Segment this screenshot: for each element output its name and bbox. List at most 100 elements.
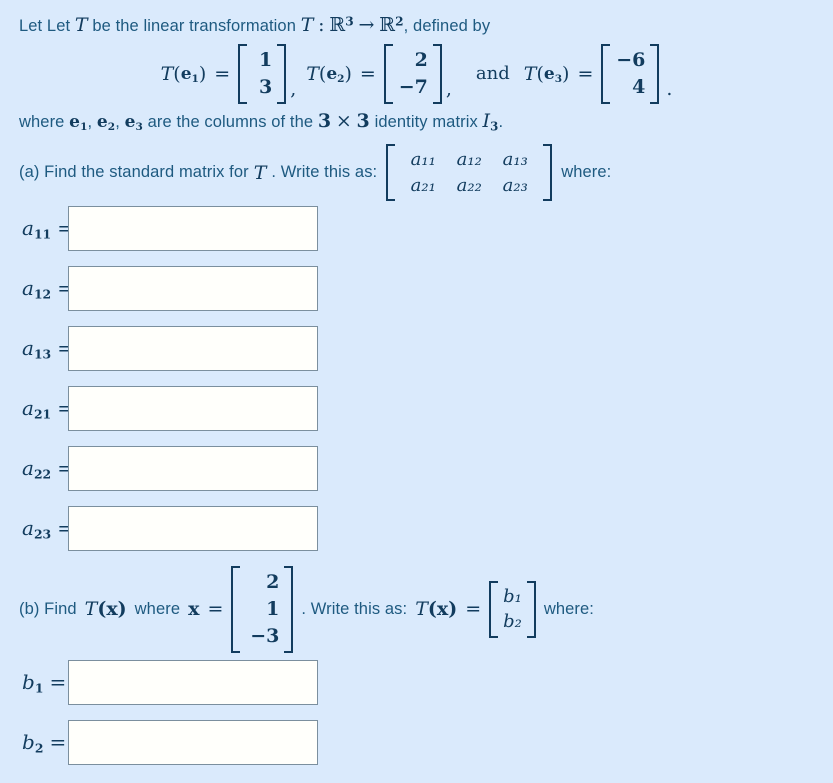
part-b-function-symbol: T	[84, 598, 98, 621]
part-b-where-word: where	[134, 599, 181, 618]
map-colon: :	[318, 14, 325, 36]
field-label-b2: b2 =	[22, 729, 67, 756]
domain-set-icon: ℝ3	[329, 14, 354, 36]
bracket-right	[432, 44, 442, 104]
part-b-where-text: where:	[543, 599, 594, 618]
te3-function-symbol: T	[523, 62, 537, 85]
part-b-function-arg: (x)	[97, 598, 127, 621]
b-entry-1: b₁	[503, 585, 522, 607]
matrix-dimension-rows: 3	[317, 110, 332, 132]
basis-separator-2: ,	[115, 113, 120, 131]
te3-column-vector: −6 4	[601, 44, 660, 104]
te1-column-vector: 1 3	[238, 44, 287, 104]
bracket-left	[231, 566, 241, 653]
arrow-icon: →	[358, 14, 375, 36]
matrix-row: a₂₁ a₂₂ a₂₃	[400, 173, 538, 199]
part-b-tx-expression: T (x)	[85, 598, 127, 620]
problem-page: Let Let T be the linear transformation T…	[0, 0, 833, 783]
field-label-b1: b1 =	[22, 669, 67, 696]
part-a-where-text: where:	[561, 163, 612, 182]
input-a12[interactable]	[68, 266, 318, 311]
part-b-equals-sign: =	[207, 598, 224, 621]
input-a22[interactable]	[68, 446, 318, 491]
te1-entry-2: 3	[258, 75, 273, 98]
input-a23[interactable]	[68, 506, 318, 551]
equation-and-text: and	[475, 63, 510, 85]
te1-entry-1: 1	[258, 49, 273, 71]
equation-separator-1: ,	[290, 77, 297, 100]
field-label-a21: a21 =	[22, 395, 74, 422]
te3-entry-2: 4	[632, 75, 646, 98]
equation-te3: T(e3) = −6 4	[524, 44, 660, 104]
x-entry-3: −3	[250, 624, 280, 647]
input-a21[interactable]	[68, 386, 318, 431]
bracket-right	[543, 144, 553, 202]
part-b-x-vector: 2 1 −3	[231, 566, 294, 653]
te3-equals-sign: =	[577, 62, 594, 85]
equation-period: .	[666, 77, 673, 100]
te2-equals-sign: =	[359, 62, 376, 85]
identity-matrix-symbol: I3	[482, 110, 499, 134]
field-row-a12: a12 =	[19, 266, 318, 311]
field-row-a22: a22 =	[19, 446, 318, 491]
equation-te1: T(e1) = 1 3	[161, 44, 287, 104]
x-entry-1: 2	[266, 571, 280, 593]
basis-vector-e2: e2	[96, 112, 116, 133]
te3-entry-1: −6	[616, 49, 646, 71]
matrix-cell-a13: a₁₃	[502, 149, 528, 170]
part-b-prompt: (b) Find T (x) where x = 2 1 −3 . Write t…	[19, 566, 594, 653]
part-b-write-as-text: . Write this as:	[301, 599, 408, 618]
field-label-a12: a12 =	[22, 275, 74, 302]
basis-middle-text: are the columns of the	[147, 113, 314, 131]
codomain-set-icon: ℝ2	[379, 14, 404, 36]
bracket-left	[489, 580, 499, 638]
intro-suffix-text: , defined by	[403, 17, 491, 35]
te2-basis-vector: e2	[326, 63, 345, 85]
bracket-left	[386, 144, 396, 202]
te3-basis-vector: e3	[543, 63, 563, 85]
input-a11[interactable]	[68, 206, 318, 251]
te1-basis-vector: e1	[180, 63, 199, 85]
equation-te2: T(e2) = 2 −7	[306, 44, 442, 104]
matrix-cell-a23: a₂₃	[502, 174, 528, 196]
input-b2[interactable]	[68, 720, 318, 765]
basis-separator-1: ,	[87, 113, 93, 131]
equation-separator-2: ,	[445, 77, 452, 100]
basis-vector-e1: e1	[69, 112, 88, 133]
domain-exponent: 3	[345, 14, 354, 29]
part-a-prompt-post: . Write this as:	[271, 163, 378, 182]
part-a-prompt: (a) Find the standard matrix for T . Wri…	[19, 144, 612, 202]
basis-description-line: where e1, e2, e3 are the columns of the …	[19, 110, 503, 133]
field-row-a23: a23 =	[19, 506, 318, 551]
field-row-a21: a21 =	[19, 386, 318, 431]
field-row-b1: b1 =	[19, 660, 318, 705]
field-row-a13: a13 =	[19, 326, 318, 371]
field-row-b2: b2 =	[19, 720, 318, 765]
part-a-prompt-pre: (a) Find the standard matrix for	[19, 163, 249, 182]
part-b-x-symbol: x	[188, 598, 200, 621]
matrix-cell-a21: a₂₁	[410, 174, 436, 196]
field-row-a11: a11 =	[19, 206, 318, 251]
te1-function-symbol: T	[160, 62, 174, 85]
te2-entry-1: 2	[414, 49, 428, 71]
part-a-transformation-symbol: T	[253, 161, 267, 184]
field-label-a23: a23 =	[22, 515, 74, 542]
bracket-left	[238, 44, 248, 104]
field-label-a13: a13 =	[22, 335, 74, 362]
basis-line-period: .	[498, 113, 504, 131]
part-b-result-function-arg: (x)	[427, 598, 458, 621]
bracket-left	[601, 44, 611, 104]
basis-vector-e3: e3	[124, 112, 143, 133]
intro-prefix-text: Let Let	[19, 17, 71, 35]
matrix-dimension-cols: 3	[356, 110, 370, 132]
input-b1[interactable]	[68, 660, 318, 705]
part-b-tx-result-expression: T (x) = b₁ b₂	[415, 580, 536, 638]
transformation-equations: T(e1) = 1 3 , T(e2) = 2 −7 , and T (e3 …	[0, 44, 833, 104]
te2-entry-2: −7	[398, 75, 428, 98]
part-b-result-equals-sign: =	[465, 598, 482, 621]
bracket-right	[284, 566, 294, 653]
matrix-cell-a11: a₁₁	[410, 149, 436, 170]
te2-function-symbol: T	[306, 62, 319, 85]
te1-equals-sign: =	[214, 62, 231, 85]
input-a13[interactable]	[68, 326, 318, 371]
